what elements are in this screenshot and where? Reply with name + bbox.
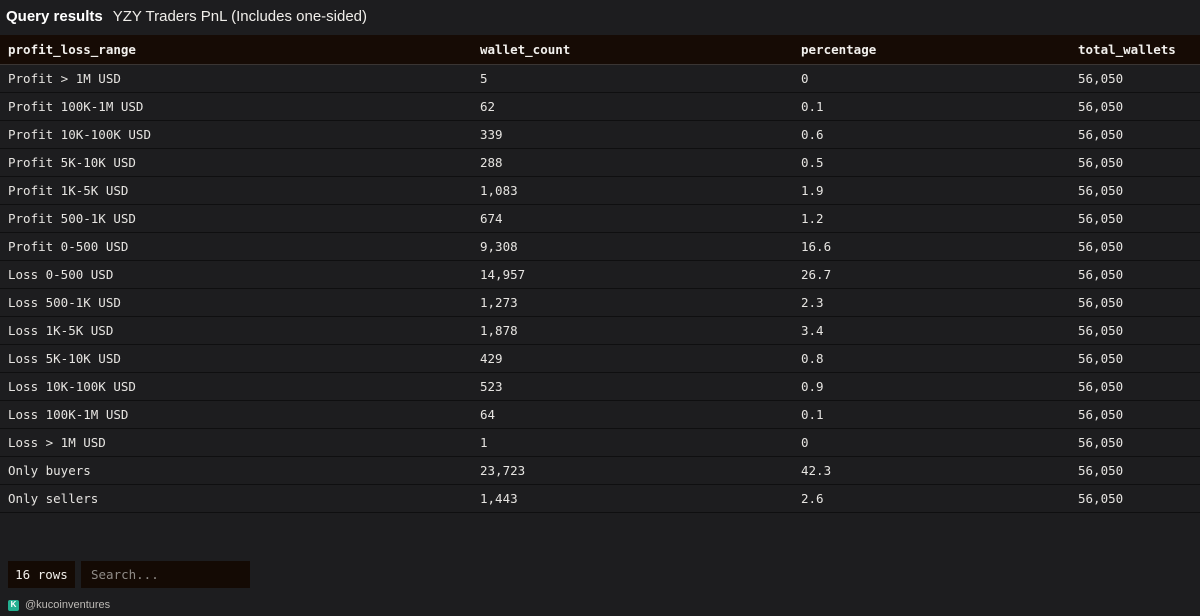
cell-total-wallets: 56,050: [1070, 232, 1200, 261]
cell-profit-loss-range: Profit > 1M USD: [0, 64, 472, 93]
table-row: Profit 1K-5K USD 1,083 1.9 56,050: [0, 176, 1200, 205]
cell-total-wallets: 56,050: [1070, 316, 1200, 345]
table-row: Loss 500-1K USD 1,273 2.3 56,050: [0, 288, 1200, 317]
credit: K @kucoinventures: [8, 599, 110, 611]
cell-total-wallets: 56,050: [1070, 288, 1200, 317]
cell-profit-loss-range: Loss 5K-10K USD: [0, 344, 472, 373]
cell-wallet-count: 1,083: [472, 176, 793, 205]
cell-profit-loss-range: Profit 10K-100K USD: [0, 120, 472, 149]
table-row: Profit 0-500 USD 9,308 16.6 56,050: [0, 232, 1200, 261]
table-row: Loss 5K-10K USD 429 0.8 56,050: [0, 344, 1200, 373]
table-row: Loss 1K-5K USD 1,878 3.4 56,050: [0, 316, 1200, 345]
column-header-percentage[interactable]: percentage: [793, 35, 1070, 65]
search-input[interactable]: [81, 561, 250, 588]
cell-percentage: 3.4: [793, 316, 1070, 345]
cell-profit-loss-range: Profit 1K-5K USD: [0, 176, 472, 205]
cell-percentage: 26.7: [793, 260, 1070, 289]
cell-profit-loss-range: Profit 0-500 USD: [0, 232, 472, 261]
table-row: Profit 500-1K USD 674 1.2 56,050: [0, 204, 1200, 233]
cell-total-wallets: 56,050: [1070, 260, 1200, 289]
cell-percentage: 0.9: [793, 372, 1070, 401]
cell-total-wallets: 56,050: [1070, 204, 1200, 233]
cell-profit-loss-range: Loss 1K-5K USD: [0, 316, 472, 345]
table-row: Loss 100K-1M USD 64 0.1 56,050: [0, 400, 1200, 429]
section-label: Query results: [6, 7, 103, 25]
cell-wallet-count: 14,957: [472, 260, 793, 289]
cell-percentage: 0.1: [793, 400, 1070, 429]
cell-profit-loss-range: Profit 500-1K USD: [0, 204, 472, 233]
cell-wallet-count: 1: [472, 428, 793, 457]
cell-profit-loss-range: Loss > 1M USD: [0, 428, 472, 457]
results-table: profit_loss_range wallet_count percentag…: [0, 35, 1200, 513]
cell-percentage: 0.1: [793, 92, 1070, 121]
table-row: Profit > 1M USD 5 0 56,050: [0, 64, 1200, 93]
cell-wallet-count: 1,273: [472, 288, 793, 317]
cell-total-wallets: 56,050: [1070, 64, 1200, 93]
cell-profit-loss-range: Loss 500-1K USD: [0, 288, 472, 317]
table-row: Profit 100K-1M USD 62 0.1 56,050: [0, 92, 1200, 121]
cell-wallet-count: 1,443: [472, 484, 793, 513]
cell-profit-loss-range: Only sellers: [0, 484, 472, 513]
cell-percentage: 0.5: [793, 148, 1070, 177]
cell-wallet-count: 674: [472, 204, 793, 233]
cell-percentage: 2.3: [793, 288, 1070, 317]
cell-wallet-count: 339: [472, 120, 793, 149]
cell-total-wallets: 56,050: [1070, 428, 1200, 457]
cell-wallet-count: 64: [472, 400, 793, 429]
cell-profit-loss-range: Only buyers: [0, 456, 472, 485]
cell-wallet-count: 9,308: [472, 232, 793, 261]
row-count-badge: 16 rows: [8, 561, 75, 588]
cell-wallet-count: 5: [472, 64, 793, 93]
column-header-total-wallets[interactable]: total_wallets: [1070, 35, 1200, 65]
table-row: Loss 10K-100K USD 523 0.9 56,050: [0, 372, 1200, 401]
cell-percentage: 42.3: [793, 456, 1070, 485]
cell-total-wallets: 56,050: [1070, 120, 1200, 149]
cell-total-wallets: 56,050: [1070, 400, 1200, 429]
kucoin-logo-icon: K: [8, 599, 19, 611]
table-row: Only sellers 1,443 2.6 56,050: [0, 484, 1200, 513]
cell-total-wallets: 56,050: [1070, 484, 1200, 513]
table-row: Only buyers 23,723 42.3 56,050: [0, 456, 1200, 485]
cell-percentage: 0: [793, 428, 1070, 457]
cell-wallet-count: 1,878: [472, 316, 793, 345]
cell-total-wallets: 56,050: [1070, 372, 1200, 401]
cell-percentage: 2.6: [793, 484, 1070, 513]
results-table-container: profit_loss_range wallet_count percentag…: [0, 35, 1200, 513]
column-header-wallet-count[interactable]: wallet_count: [472, 35, 793, 65]
credit-handle: @kucoinventures: [25, 599, 111, 611]
table-row: Profit 5K-10K USD 288 0.5 56,050: [0, 148, 1200, 177]
cell-total-wallets: 56,050: [1070, 92, 1200, 121]
cell-percentage: 0.6: [793, 120, 1070, 149]
cell-total-wallets: 56,050: [1070, 456, 1200, 485]
cell-percentage: 0: [793, 64, 1070, 93]
table-row: Profit 10K-100K USD 339 0.6 56,050: [0, 120, 1200, 149]
results-header: Query results YZY Traders PnL (Includes …: [0, 0, 1200, 32]
table-row: Loss 0-500 USD 14,957 26.7 56,050: [0, 260, 1200, 289]
cell-percentage: 1.9: [793, 176, 1070, 205]
table-header-row: profit_loss_range wallet_count percentag…: [0, 35, 1200, 65]
cell-wallet-count: 288: [472, 148, 793, 177]
cell-wallet-count: 62: [472, 92, 793, 121]
cell-total-wallets: 56,050: [1070, 176, 1200, 205]
cell-profit-loss-range: Loss 10K-100K USD: [0, 372, 472, 401]
cell-percentage: 16.6: [793, 232, 1070, 261]
query-title: YZY Traders PnL (Includes one-sided): [112, 7, 368, 25]
table-footer: 16 rows: [8, 561, 250, 588]
cell-profit-loss-range: Loss 100K-1M USD: [0, 400, 472, 429]
cell-profit-loss-range: Loss 0-500 USD: [0, 260, 472, 289]
table-row: Loss > 1M USD 1 0 56,050: [0, 428, 1200, 457]
cell-wallet-count: 523: [472, 372, 793, 401]
cell-wallet-count: 429: [472, 344, 793, 373]
cell-profit-loss-range: Profit 100K-1M USD: [0, 92, 472, 121]
cell-wallet-count: 23,723: [472, 456, 793, 485]
cell-total-wallets: 56,050: [1070, 344, 1200, 373]
cell-total-wallets: 56,050: [1070, 148, 1200, 177]
cell-percentage: 1.2: [793, 204, 1070, 233]
cell-percentage: 0.8: [793, 344, 1070, 373]
cell-profit-loss-range: Profit 5K-10K USD: [0, 148, 472, 177]
column-header-profit-loss-range[interactable]: profit_loss_range: [0, 35, 472, 65]
